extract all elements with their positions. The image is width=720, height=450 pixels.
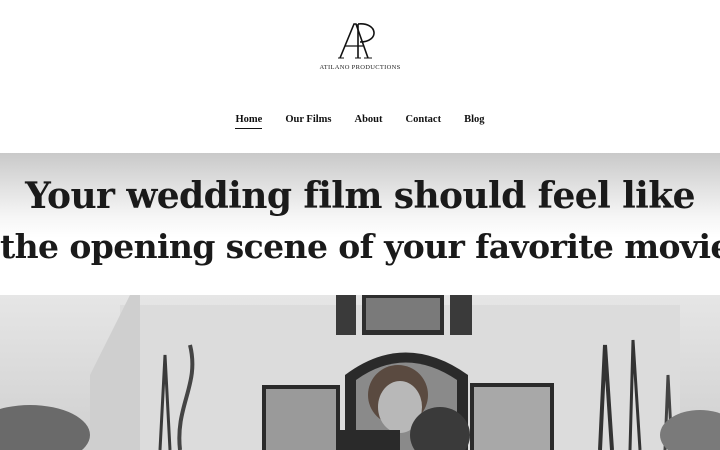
nav-item-our-films[interactable]: Our Films xyxy=(285,114,331,129)
main-nav: Home Our Films About Contact Blog xyxy=(0,114,720,129)
wedding-couple-photo-icon xyxy=(0,295,720,450)
brand-name: ATILANO PRODUCTIONS xyxy=(319,64,401,71)
hero-headline-line2: the opening scene of your favorite movie xyxy=(0,227,720,266)
nav-item-contact[interactable]: Contact xyxy=(406,114,442,129)
nav-item-blog[interactable]: Blog xyxy=(464,114,484,129)
nav-item-about[interactable]: About xyxy=(355,114,383,129)
brand-logo[interactable]: ATILANO PRODUCTIONS xyxy=(310,18,410,80)
ap-monogram-icon xyxy=(338,23,375,59)
site-header: ATILANO PRODUCTIONS Home Our Films About… xyxy=(0,0,720,153)
nav-item-home[interactable]: Home xyxy=(235,114,263,129)
hero-photo xyxy=(0,295,720,450)
hero-headline-section: Your wedding film should feel like the o… xyxy=(0,153,720,295)
hero-headline-line1: Your wedding film should feel like xyxy=(25,175,695,217)
